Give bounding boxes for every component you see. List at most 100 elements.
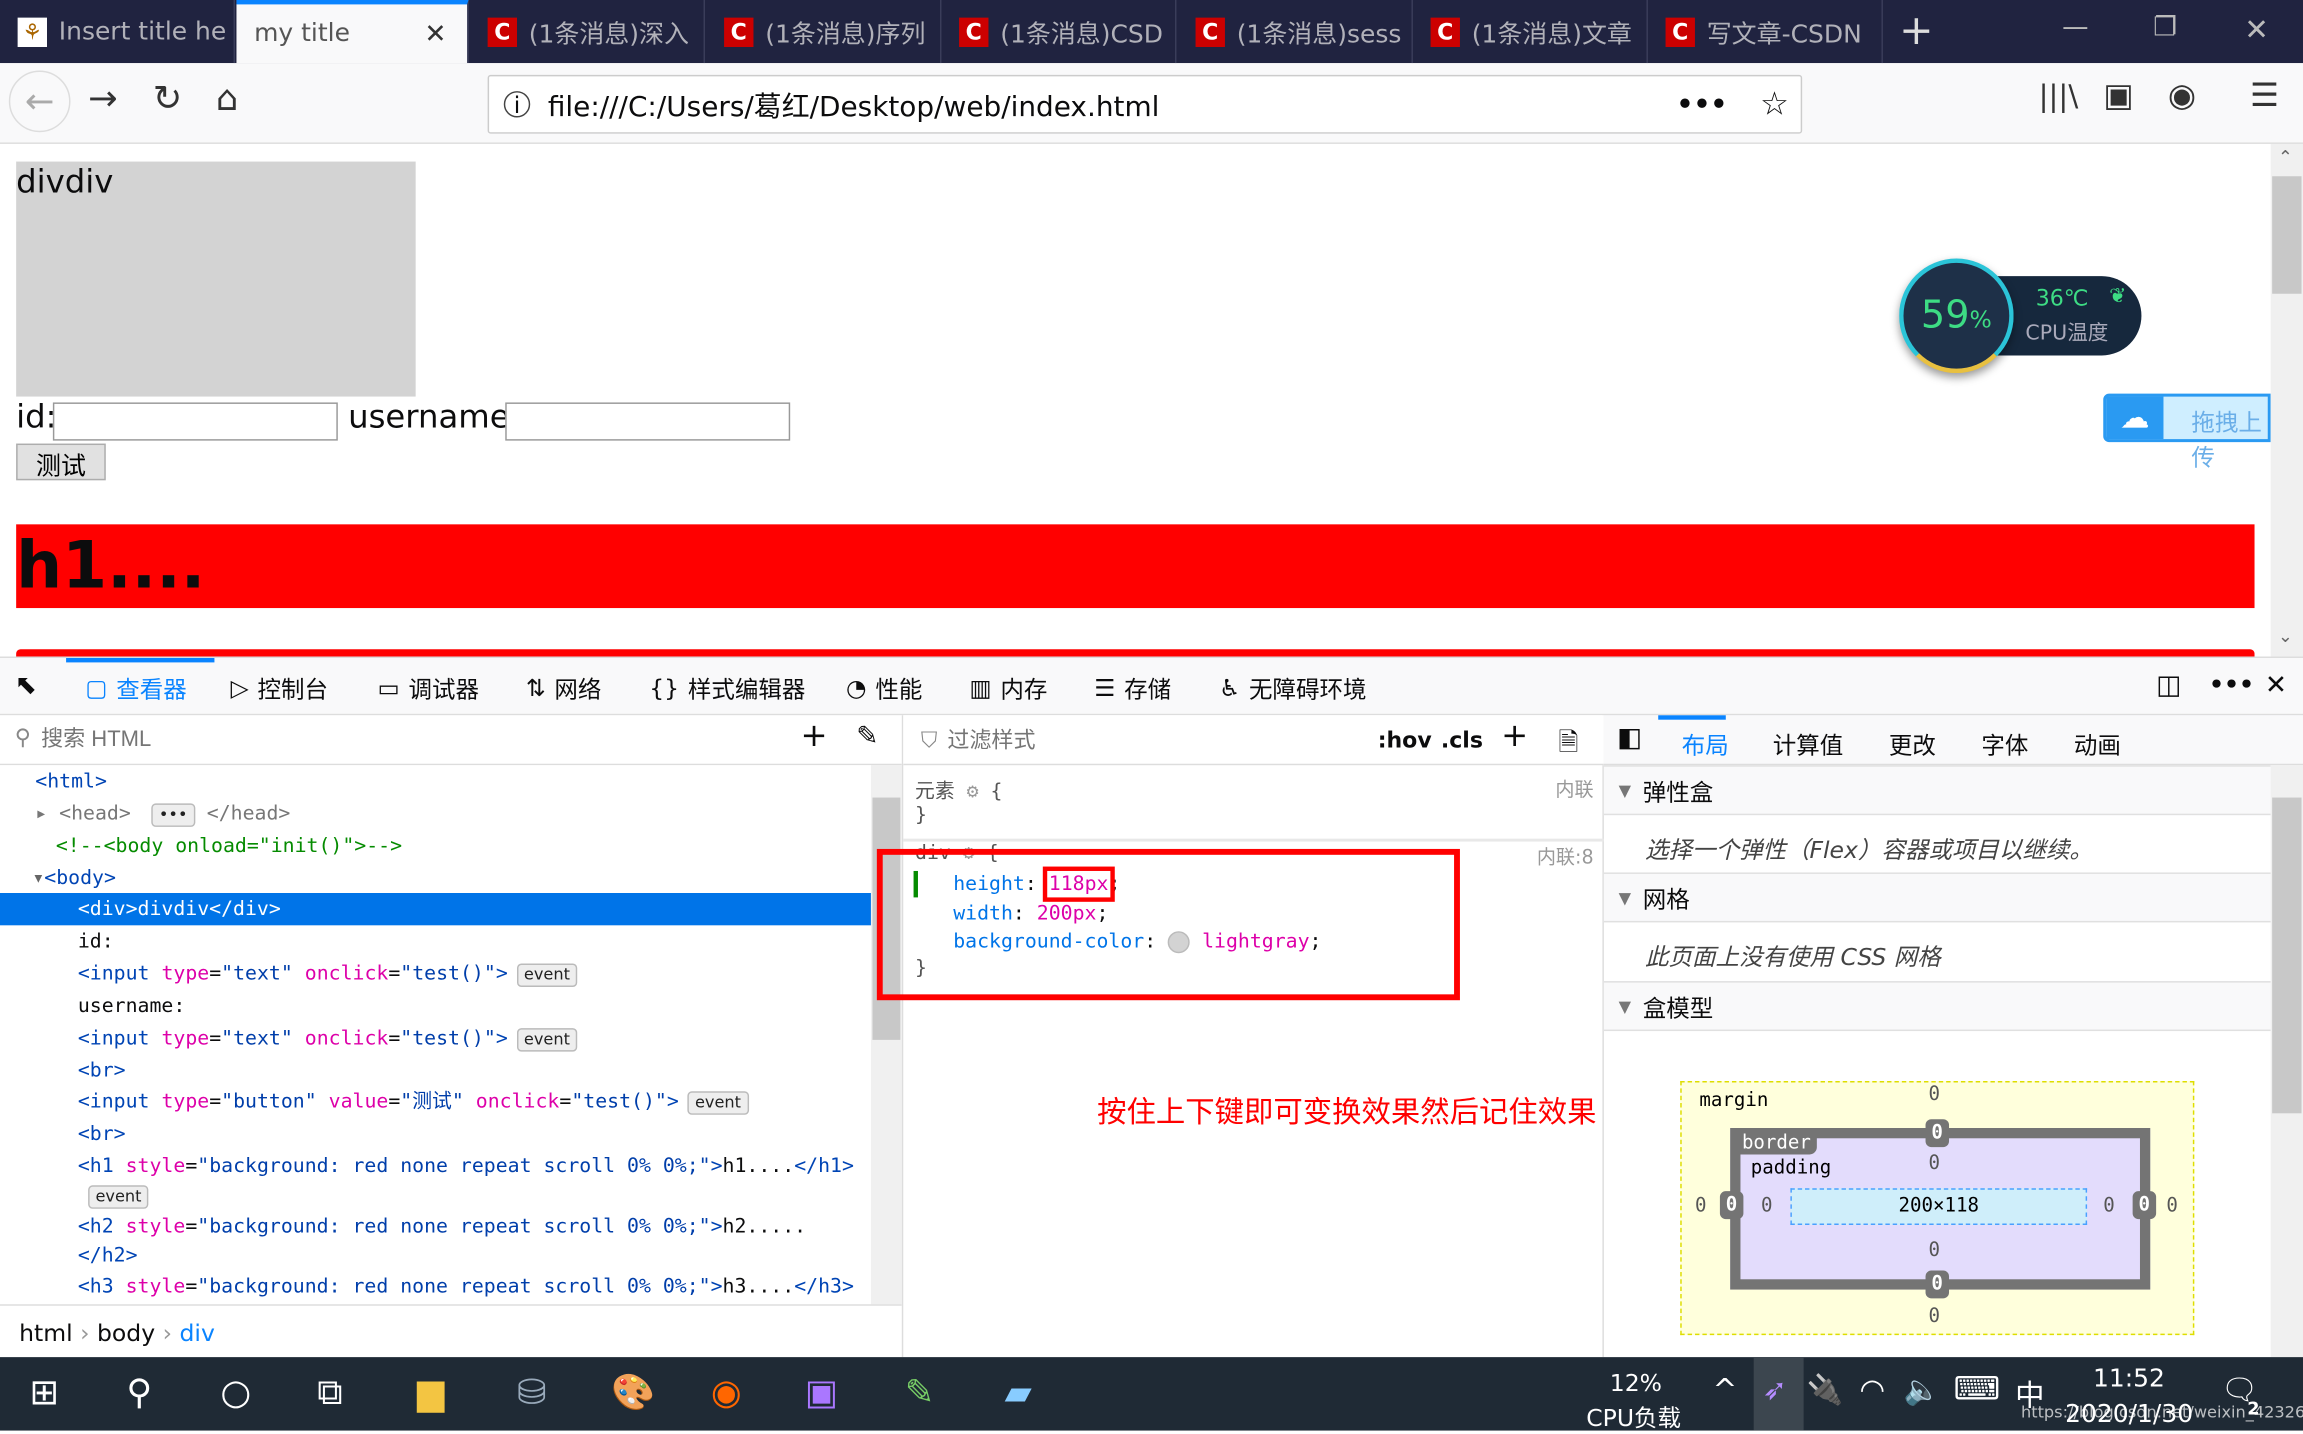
- tab[interactable]: C 写文章-CSDN: [1648, 0, 1883, 64]
- margin-bottom[interactable]: 0: [1928, 1306, 1939, 1328]
- cpu-load-gauge[interactable]: 59%: [1899, 258, 2014, 374]
- content-size[interactable]: 200×118: [1790, 1188, 2088, 1225]
- search-html-input[interactable]: [41, 721, 776, 757]
- markup-input[interactable]: <input type="text" onclick="test()"> even…: [78, 958, 578, 990]
- breadcrumb-html[interactable]: html: [19, 1319, 73, 1347]
- element-rule[interactable]: 元素 ⚙ {}: [915, 774, 1002, 827]
- app-icon[interactable]: ▰: [1005, 1372, 1032, 1413]
- tab[interactable]: C (1条消息)sess: [1178, 0, 1413, 64]
- file-explorer-icon[interactable]: ▆: [417, 1372, 444, 1413]
- markup-h2[interactable]: <h2 style="background: red none repeat s…: [78, 1210, 806, 1242]
- upload-button[interactable]: ☁ 拖拽上传: [2103, 393, 2271, 471]
- markup-text[interactable]: username:: [78, 990, 185, 1022]
- markup-h2-close[interactable]: </h2>: [78, 1240, 138, 1272]
- breadcrumb-div[interactable]: div: [180, 1319, 215, 1347]
- eclipse-ide-icon[interactable]: ▣: [805, 1372, 838, 1413]
- forward-icon[interactable]: →: [88, 78, 118, 119]
- pick-element-icon[interactable]: ⬉: [15, 670, 37, 701]
- new-tab-button[interactable]: +: [1899, 6, 1933, 54]
- url-text[interactable]: file:///C:/Users/葛红/Desktop/web/index.ht…: [548, 84, 1160, 124]
- url-bar[interactable]: i file:///C:/Users/葛红/Desktop/web/index.…: [487, 74, 1803, 134]
- volume-icon[interactable]: 🔈: [1904, 1372, 1941, 1407]
- padding-left[interactable]: 0: [1761, 1196, 1772, 1218]
- tab-active[interactable]: my title ✕: [236, 0, 469, 64]
- restore-button[interactable]: ❐: [2153, 12, 2177, 43]
- markup-div-selected[interactable]: <div>divdiv</div>: [0, 893, 871, 926]
- library-icon[interactable]: |||\: [2039, 78, 2079, 113]
- tray-item[interactable]: ➶: [1753, 1357, 1804, 1431]
- scrollbar-thumb[interactable]: [2272, 176, 2302, 294]
- show-hidden-icons[interactable]: ^: [1713, 1372, 1738, 1407]
- markup-button-input[interactable]: <input type="button" value="测试" onclick=…: [78, 1085, 749, 1117]
- cortana-icon[interactable]: ○: [220, 1372, 251, 1413]
- star-icon[interactable]: ☆: [1760, 86, 1789, 123]
- reload-icon[interactable]: ↻: [153, 78, 183, 119]
- tab[interactable]: ⚘ Insert title he: [0, 0, 235, 64]
- padding-top[interactable]: 0: [1928, 1153, 1939, 1175]
- id-input[interactable]: [52, 402, 338, 441]
- markup-body[interactable]: ▾<body>: [32, 862, 116, 894]
- task-view-icon[interactable]: ⧉: [317, 1372, 342, 1413]
- rule-source[interactable]: 内联: [1555, 774, 1593, 802]
- grid-section-header[interactable]: ▼ 网格: [1603, 872, 2271, 923]
- tab-network[interactable]: ⇅ 网络: [526, 670, 602, 705]
- print-simulation-icon[interactable]: 🗎: [1558, 724, 1578, 767]
- event-badge[interactable]: event: [516, 1028, 578, 1052]
- markup-comment[interactable]: <!--<body onload="init()">-->: [56, 830, 402, 862]
- tab-performance[interactable]: ◔ 性能: [846, 670, 922, 705]
- more-options-icon[interactable]: •••: [2209, 670, 2254, 698]
- hov-toggle[interactable]: :hov: [1378, 727, 1432, 753]
- sidebar-icon[interactable]: ▣: [2103, 78, 2134, 115]
- markup-text[interactable]: id:: [78, 925, 114, 957]
- tab[interactable]: C (1条消息)文章: [1413, 0, 1648, 64]
- border-right[interactable]: 0: [2132, 1191, 2156, 1220]
- tab-changes[interactable]: 更改: [1889, 726, 1936, 761]
- rule-source[interactable]: 内联:8: [1537, 842, 1594, 869]
- close-window-button[interactable]: ✕: [2244, 12, 2269, 47]
- tab-console[interactable]: ▷ 控制台: [231, 670, 328, 705]
- border-top[interactable]: 0: [1925, 1119, 1949, 1148]
- add-node-icon[interactable]: +: [800, 718, 827, 755]
- event-badge[interactable]: event: [516, 963, 578, 987]
- toggle-sidebar-icon[interactable]: ◧: [1617, 723, 1642, 754]
- layout-scrollbar[interactable]: [2270, 765, 2303, 1358]
- filter-styles-input[interactable]: [947, 722, 1300, 758]
- tab-debugger[interactable]: ▭ 调试器: [377, 670, 479, 705]
- wifi-icon[interactable]: ◠: [1859, 1372, 1885, 1407]
- tab-close-icon[interactable]: ✕: [424, 18, 446, 49]
- gear-icon[interactable]: ⚙: [967, 780, 979, 804]
- minimize-button[interactable]: —: [2062, 12, 2088, 43]
- cls-toggle[interactable]: .cls: [1441, 727, 1483, 753]
- markup-head[interactable]: ▸ <head> ••• </head>: [35, 798, 290, 830]
- event-badge[interactable]: event: [687, 1091, 749, 1115]
- eyedropper-icon[interactable]: ✎: [856, 721, 878, 752]
- close-devtools-icon[interactable]: ✕: [2265, 670, 2287, 701]
- info-icon[interactable]: i: [503, 90, 531, 118]
- paint-icon[interactable]: 🎨: [611, 1372, 655, 1413]
- tab-accessibility[interactable]: ♿ 无障碍环境: [1219, 670, 1366, 705]
- margin-top[interactable]: 0: [1928, 1084, 1939, 1106]
- tab-inspector[interactable]: ▢ 查看器: [85, 670, 187, 705]
- menu-icon[interactable]: ☰: [2250, 78, 2279, 115]
- notepad-icon[interactable]: ✎: [905, 1372, 935, 1413]
- margin-right[interactable]: 0: [2166, 1196, 2177, 1218]
- tab-layout[interactable]: 布局: [1682, 726, 1729, 761]
- markup-h1-event[interactable]: event: [79, 1179, 149, 1211]
- border-left[interactable]: 0: [1719, 1191, 1744, 1220]
- markup-h3[interactable]: <h3 style="background: red none repeat s…: [78, 1270, 854, 1302]
- search-icon[interactable]: ⚲: [126, 1372, 152, 1413]
- add-rule-icon[interactable]: +: [1501, 718, 1528, 755]
- scrollbar-thumb[interactable]: [2272, 797, 2302, 1114]
- markup-h1[interactable]: <h1 style="background: red none repeat s…: [78, 1150, 854, 1182]
- account-icon[interactable]: ◉: [2168, 78, 2196, 115]
- tab-memory[interactable]: ▥ 内存: [969, 670, 1047, 705]
- tab-style-editor[interactable]: {} 样式编辑器: [649, 670, 805, 705]
- border-bottom[interactable]: 0: [1925, 1270, 1949, 1299]
- scroll-up-icon[interactable]: ⌃: [2278, 147, 2293, 168]
- firefox-icon[interactable]: ◉: [711, 1372, 742, 1413]
- page-scrollbar[interactable]: ⌃ ⌄: [2270, 143, 2303, 657]
- windows-start-icon[interactable]: ⊞: [29, 1372, 59, 1413]
- padding-right[interactable]: 0: [2103, 1196, 2114, 1218]
- box-model-section-header[interactable]: ▼ 盒模型: [1603, 981, 2271, 1032]
- flexbox-section-header[interactable]: ▼ 弹性盒: [1603, 765, 2271, 816]
